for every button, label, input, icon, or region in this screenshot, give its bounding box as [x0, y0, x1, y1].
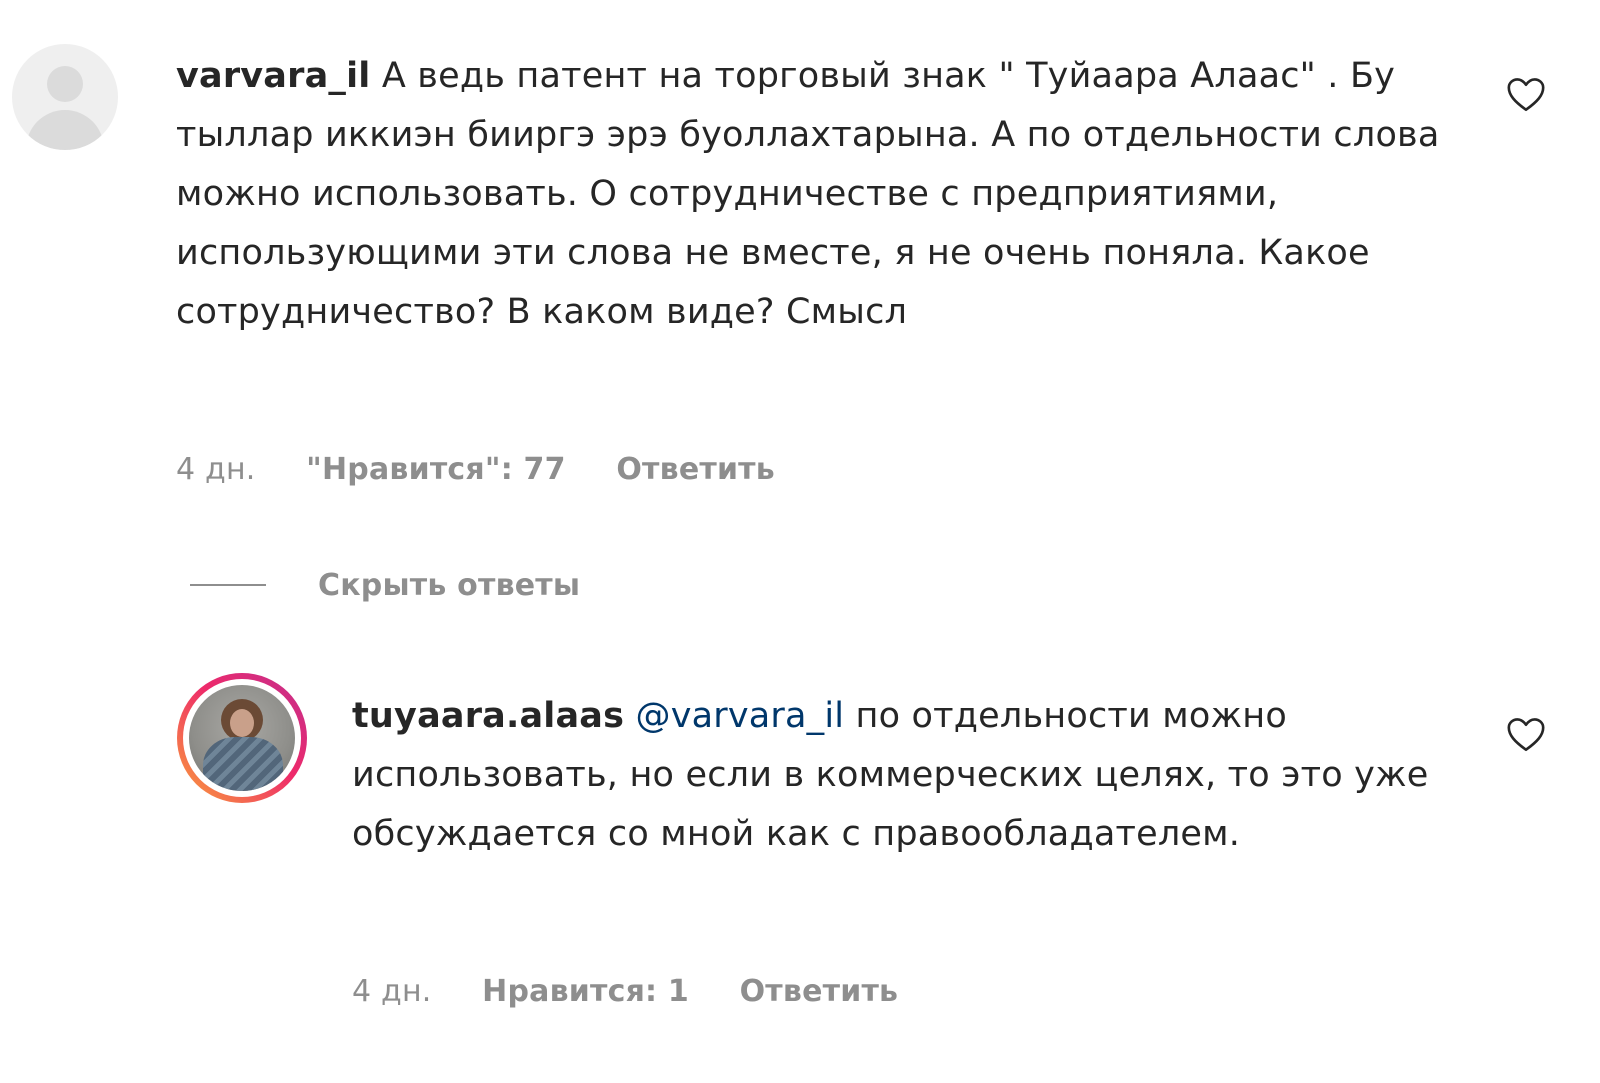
top-comment-likes[interactable]: "Нравится": 77 [306, 452, 566, 487]
default-avatar-body-icon [26, 110, 104, 150]
default-avatar-head-icon [47, 66, 83, 102]
like-heart-icon[interactable] [1506, 77, 1546, 113]
like-heart-icon[interactable] [1506, 717, 1546, 753]
reply-comment-likes[interactable]: Нравится: 1 [482, 974, 689, 1009]
reply-comment-meta: 4 дн. Нравится: 1 Ответить [352, 974, 938, 1009]
top-comment-meta: 4 дн. "Нравится": 77 Ответить [176, 452, 815, 487]
top-comment-username[interactable]: varvara_il [176, 56, 371, 96]
profile-photo [189, 685, 295, 791]
hide-replies-label: Скрыть ответы [318, 567, 581, 603]
hide-replies-line [190, 584, 266, 586]
top-comment-text: varvara_il А ведь патент на торговый зна… [176, 47, 1456, 342]
avatar-tuyaara-alaas[interactable] [177, 673, 307, 803]
top-comment-body: А ведь патент на торговый знак " Туйаара… [176, 56, 1440, 332]
reply-comment-time[interactable]: 4 дн. [352, 974, 432, 1009]
avatar-varvara-il[interactable] [12, 44, 118, 150]
reply-comment-text: tuyaara.alaas @varvara_il по отдельности… [352, 687, 1432, 864]
profile-photo-dress [203, 737, 283, 791]
comments-thread: varvara_il А ведь патент на торговый зна… [0, 0, 1600, 1083]
top-comment-reply-button[interactable]: Ответить [616, 452, 775, 487]
profile-photo-face [230, 709, 254, 737]
reply-comment-username[interactable]: tuyaara.alaas [352, 696, 624, 736]
hide-replies-button[interactable]: Скрыть ответы [190, 565, 580, 605]
top-comment-time[interactable]: 4 дн. [176, 452, 256, 487]
reply-comment-mention[interactable]: @varvara_il [636, 696, 845, 736]
reply-comment-reply-button[interactable]: Ответить [740, 974, 899, 1009]
